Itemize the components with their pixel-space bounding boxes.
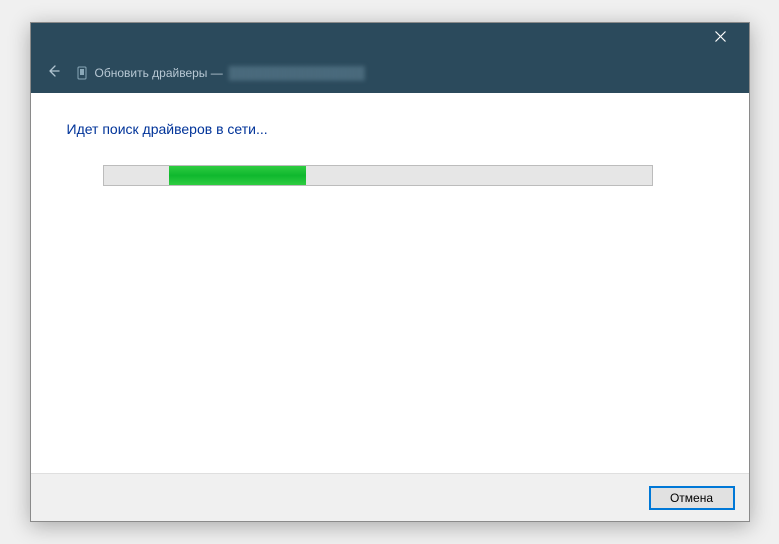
close-icon xyxy=(715,29,726,47)
device-name: ████████████████ xyxy=(229,66,365,80)
close-button[interactable] xyxy=(701,23,741,53)
dialog-content: Идет поиск драйверов в сети... xyxy=(31,93,749,473)
progress-bar xyxy=(103,165,653,186)
device-icon xyxy=(75,66,89,80)
title-prefix: Обновить драйверы — xyxy=(95,66,223,80)
driver-update-dialog: Обновить драйверы — ████████████████ Иде… xyxy=(30,22,750,522)
titlebar xyxy=(31,23,749,53)
status-text: Идет поиск драйверов в сети... xyxy=(67,121,713,137)
back-arrow-icon xyxy=(46,64,60,83)
dialog-title: Обновить драйверы — ████████████████ xyxy=(75,66,365,80)
dialog-footer: Отмена xyxy=(31,473,749,521)
progress-container xyxy=(103,165,653,186)
cancel-button[interactable]: Отмена xyxy=(649,486,735,510)
dialog-header: Обновить драйверы — ████████████████ xyxy=(31,53,749,93)
progress-fill xyxy=(169,166,306,185)
back-button[interactable] xyxy=(43,63,63,83)
